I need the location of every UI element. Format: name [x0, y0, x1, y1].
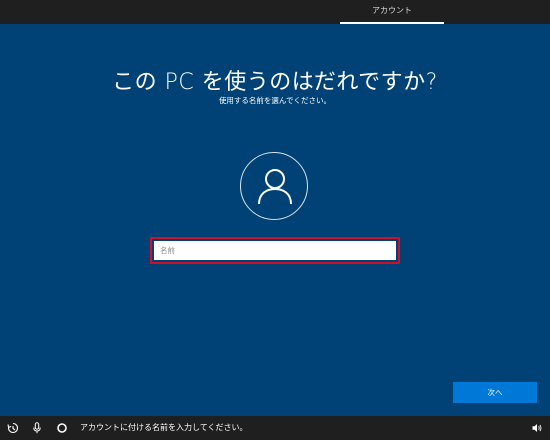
page-title: この PC を使うのはだれですか?	[112, 70, 438, 95]
name-field-highlight	[150, 237, 400, 264]
user-icon	[258, 169, 292, 205]
top-bar: アカウント	[0, 0, 550, 24]
cortana-icon[interactable]	[56, 422, 68, 434]
name-input[interactable]	[154, 241, 396, 260]
main-panel: この PC を使うのはだれですか? 使用する名前を選んでください。 次へ	[0, 24, 550, 416]
avatar	[240, 152, 308, 220]
next-button[interactable]: 次へ	[453, 382, 537, 403]
tab-account-label: アカウント	[372, 6, 412, 15]
speaker-icon[interactable]	[531, 422, 543, 434]
status-text: アカウントに付ける名前を入力してください。	[80, 423, 248, 432]
tab-account[interactable]: アカウント	[340, 0, 444, 24]
page-subtitle: 使用する名前を選んでください。	[218, 96, 332, 105]
microphone-icon[interactable]	[31, 422, 43, 434]
bottom-bar: アカウントに付ける名前を入力してください。	[0, 416, 550, 440]
ease-of-access-icon[interactable]	[7, 422, 19, 434]
